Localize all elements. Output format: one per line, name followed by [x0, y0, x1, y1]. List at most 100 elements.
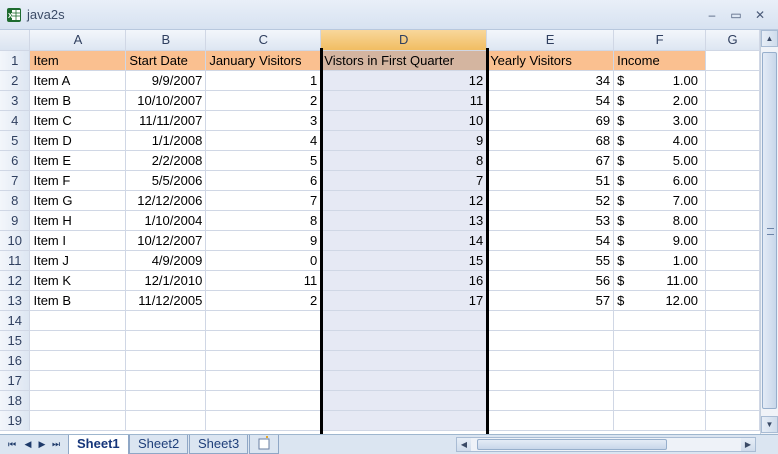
cell-january-visitors[interactable]: 0	[205, 250, 322, 271]
cell-empty[interactable]	[613, 370, 706, 391]
row-header[interactable]: 16	[0, 350, 31, 371]
cell-empty[interactable]	[320, 350, 488, 371]
cell-january-visitors[interactable]: 4	[205, 130, 322, 151]
restore-icon[interactable]: ▭	[728, 8, 744, 22]
row-header[interactable]: 8	[0, 190, 31, 211]
cell-empty[interactable]	[205, 310, 322, 331]
tab-sheet1[interactable]: Sheet1	[68, 435, 129, 454]
cell-start-date[interactable]: 5/5/2006	[125, 170, 207, 191]
cell-first-quarter[interactable]: 14	[320, 230, 488, 251]
cell-start-date[interactable]: 12/1/2010	[125, 270, 207, 291]
cell-january-visitors[interactable]: 7	[205, 190, 322, 211]
cell-empty[interactable]	[705, 70, 760, 91]
column-header-b[interactable]: B	[125, 30, 207, 51]
cell-january-visitors[interactable]: 8	[205, 210, 322, 231]
scroll-right-icon[interactable]: ▶	[741, 438, 755, 451]
prev-sheet-icon[interactable]: ◀	[22, 438, 34, 451]
cell-empty[interactable]	[705, 190, 760, 211]
cell-empty[interactable]	[205, 350, 322, 371]
row-header[interactable]: 7	[0, 170, 31, 191]
cell-yearly-visitors[interactable]: 54	[486, 230, 615, 251]
cell-january-visitors[interactable]: 5	[205, 150, 322, 171]
cell-empty[interactable]	[705, 130, 760, 151]
cell-income[interactable]: $7.00	[613, 190, 706, 211]
cell-empty[interactable]	[705, 230, 760, 251]
cell-yearly-visitors[interactable]: 56	[486, 270, 615, 291]
cell-item[interactable]: Item J	[29, 250, 127, 271]
cell-item[interactable]: Item H	[29, 210, 127, 231]
scroll-down-icon[interactable]: ▼	[761, 416, 778, 433]
cell-first-quarter[interactable]: 11	[320, 90, 488, 111]
cell-empty[interactable]	[613, 410, 706, 431]
cell-income[interactable]: $6.00	[613, 170, 706, 191]
cell-january-visitors[interactable]: 9	[205, 230, 322, 251]
cell-item[interactable]: Item C	[29, 110, 127, 131]
cell-header-income[interactable]: Income	[613, 50, 706, 71]
row-header[interactable]: 9	[0, 210, 31, 231]
cell-start-date[interactable]: 11/12/2005	[125, 290, 207, 311]
cell-yearly-visitors[interactable]: 67	[486, 150, 615, 171]
scroll-up-icon[interactable]: ▲	[761, 30, 778, 47]
cell-empty[interactable]	[486, 310, 615, 331]
cell-empty[interactable]	[486, 370, 615, 391]
cell-empty[interactable]	[486, 390, 615, 411]
cell-first-quarter[interactable]: 9	[320, 130, 488, 151]
cell-income[interactable]: $3.00	[613, 110, 706, 131]
column-header-f[interactable]: F	[613, 30, 706, 51]
cell-first-quarter[interactable]: 12	[320, 190, 488, 211]
row-header[interactable]: 2	[0, 70, 31, 91]
cell-income[interactable]: $5.00	[613, 150, 706, 171]
cell-empty[interactable]	[125, 310, 207, 331]
cell-empty[interactable]	[320, 370, 488, 391]
column-header-a[interactable]: A	[29, 30, 127, 51]
next-sheet-icon[interactable]: ▶	[36, 438, 48, 451]
cell-income[interactable]: $8.00	[613, 210, 706, 231]
cell-empty[interactable]	[705, 210, 760, 231]
row-header[interactable]: 5	[0, 130, 31, 151]
cell-first-quarter[interactable]: 16	[320, 270, 488, 291]
cell-yearly-visitors[interactable]: 57	[486, 290, 615, 311]
cell-item[interactable]: Item K	[29, 270, 127, 291]
cell-empty[interactable]	[705, 50, 760, 71]
tab-sheet3[interactable]: Sheet3	[189, 435, 249, 454]
cell-empty[interactable]	[705, 330, 760, 351]
cell-empty[interactable]	[29, 370, 127, 391]
cell-empty[interactable]	[705, 390, 760, 411]
cell-income[interactable]: $1.00	[613, 70, 706, 91]
vertical-scroll-thumb[interactable]	[762, 52, 777, 409]
cell-empty[interactable]	[705, 370, 760, 391]
cell-empty[interactable]	[705, 350, 760, 371]
cell-empty[interactable]	[29, 390, 127, 411]
cell-january-visitors[interactable]: 2	[205, 90, 322, 111]
scroll-left-icon[interactable]: ◀	[457, 438, 471, 451]
row-header[interactable]: 13	[0, 290, 31, 311]
cell-empty[interactable]	[486, 410, 615, 431]
cell-header-first-quarter[interactable]: Vistors in First Quarter	[320, 50, 488, 71]
cell-start-date[interactable]: 1/1/2008	[125, 130, 207, 151]
row-header[interactable]: 11	[0, 250, 31, 271]
cell-empty[interactable]	[125, 410, 207, 431]
cell-income[interactable]: $11.00	[613, 270, 706, 291]
cell-january-visitors[interactable]: 1	[205, 70, 322, 91]
cell-yearly-visitors[interactable]: 69	[486, 110, 615, 131]
column-header-e[interactable]: E	[486, 30, 615, 51]
first-sheet-icon[interactable]: ⏮	[6, 438, 18, 451]
cell-first-quarter[interactable]: 12	[320, 70, 488, 91]
cell-empty[interactable]	[205, 390, 322, 411]
column-header-g[interactable]: G	[705, 30, 760, 51]
cell-item[interactable]: Item I	[29, 230, 127, 251]
row-header[interactable]: 12	[0, 270, 31, 291]
cell-january-visitors[interactable]: 6	[205, 170, 322, 191]
cell-empty[interactable]	[125, 390, 207, 411]
column-header-c[interactable]: C	[205, 30, 322, 51]
cell-empty[interactable]	[125, 330, 207, 351]
cell-start-date[interactable]: 10/12/2007	[125, 230, 207, 251]
cell-empty[interactable]	[613, 310, 706, 331]
cell-first-quarter[interactable]: 17	[320, 290, 488, 311]
cell-empty[interactable]	[320, 330, 488, 351]
cell-empty[interactable]	[613, 330, 706, 351]
cell-item[interactable]: Item F	[29, 170, 127, 191]
worksheet-grid[interactable]: A B C D E F G 1 Item Start Date January …	[0, 30, 760, 434]
cell-header-yearly-visitors[interactable]: Yearly Visitors	[486, 50, 615, 71]
row-header[interactable]: 18	[0, 390, 31, 411]
